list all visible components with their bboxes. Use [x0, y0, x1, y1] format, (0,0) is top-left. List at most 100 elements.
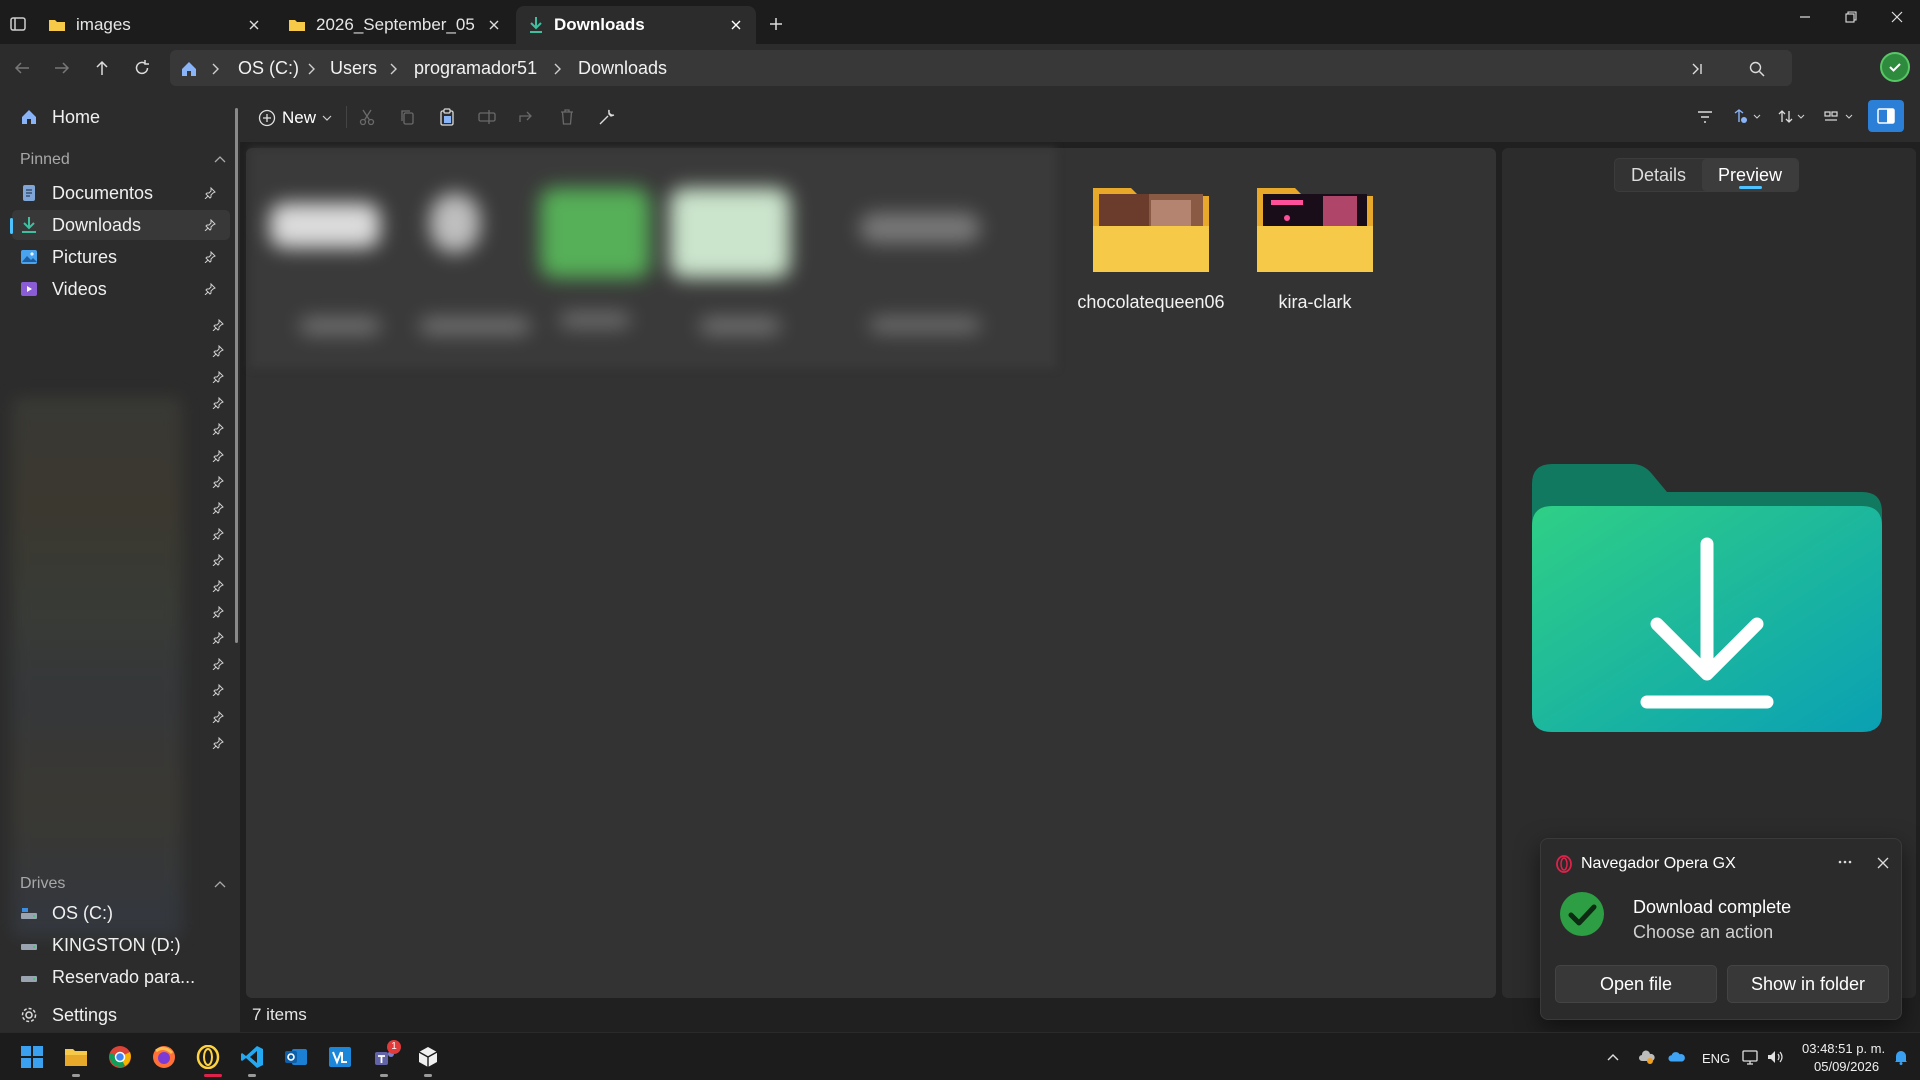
- sidebar-item-documentos[interactable]: Documentos: [12, 178, 230, 208]
- expand-address-icon[interactable]: [1688, 60, 1706, 78]
- pin-icon[interactable]: [212, 501, 224, 514]
- pin-icon[interactable]: [212, 606, 224, 619]
- tab-details[interactable]: Details: [1615, 159, 1702, 191]
- sidebar-item-settings[interactable]: Settings: [12, 1000, 230, 1030]
- close-icon[interactable]: [1877, 857, 1889, 869]
- sidebar-item-videos[interactable]: Videos: [12, 274, 230, 304]
- close-icon[interactable]: [486, 17, 502, 33]
- folder-item[interactable]: chocolatequeen06: [1076, 178, 1226, 348]
- language-indicator[interactable]: ENG: [1702, 1051, 1730, 1066]
- start-icon[interactable]: [19, 1044, 45, 1070]
- pin-icon[interactable]: [212, 580, 224, 592]
- sort-icon[interactable]: [1730, 106, 1764, 128]
- file-explorer-icon[interactable]: [63, 1044, 89, 1070]
- chevron-right-icon[interactable]: [552, 63, 562, 75]
- tab-2026-september-05[interactable]: 2026_September_05: [276, 6, 514, 44]
- pin-icon[interactable]: [204, 219, 216, 231]
- pin-icon[interactable]: [212, 684, 224, 697]
- tools-icon[interactable]: [596, 106, 618, 128]
- chrome-icon[interactable]: [107, 1044, 133, 1070]
- pin-icon[interactable]: [212, 371, 224, 384]
- sort-direction-icon[interactable]: [1776, 106, 1810, 128]
- rename-icon[interactable]: [476, 106, 498, 128]
- close-icon[interactable]: [728, 17, 744, 33]
- up-icon[interactable]: [90, 56, 114, 80]
- pin-icon[interactable]: [212, 553, 224, 566]
- bell-icon[interactable]: [1892, 1048, 1910, 1066]
- pin-icon[interactable]: [212, 527, 224, 540]
- sidebar-item-pictures[interactable]: Pictures: [12, 242, 230, 272]
- outlook-icon[interactable]: [283, 1044, 309, 1070]
- pin-icon[interactable]: [204, 187, 216, 199]
- file-view[interactable]: chocolatequeen06 kira-clark: [246, 148, 1496, 998]
- pin-icon[interactable]: [212, 710, 224, 723]
- opera-gx-taskbar-icon[interactable]: [195, 1044, 221, 1070]
- pin-icon[interactable]: [204, 251, 216, 263]
- forward-icon[interactable]: [50, 56, 74, 80]
- pin-icon[interactable]: [212, 736, 224, 749]
- pin-icon[interactable]: [212, 449, 224, 462]
- sidebar-scrollbar[interactable]: [235, 108, 238, 643]
- address-bar[interactable]: OS (C:) Users programador51 Downloads: [170, 50, 1792, 86]
- restore-icon[interactable]: [1828, 0, 1874, 34]
- show-in-folder-button[interactable]: Show in folder: [1727, 965, 1889, 1003]
- pin-icon[interactable]: [212, 345, 224, 358]
- cloud-sync-icon[interactable]: [1638, 1048, 1656, 1066]
- open-file-button[interactable]: Open file: [1555, 965, 1717, 1003]
- pin-icon[interactable]: [212, 475, 224, 488]
- chevron-right-icon[interactable]: [306, 63, 316, 75]
- minimize-icon[interactable]: [1782, 0, 1828, 34]
- breadcrumb-programador51[interactable]: programador51: [414, 58, 537, 79]
- tab-images[interactable]: images: [36, 6, 274, 44]
- tab-list-icon[interactable]: [8, 14, 28, 34]
- delete-icon[interactable]: [556, 106, 578, 128]
- chevron-up-icon[interactable]: [214, 155, 226, 163]
- clock-time[interactable]: 03:48:51 p. m.: [1802, 1041, 1885, 1056]
- clock-date[interactable]: 05/09/2026: [1814, 1059, 1879, 1074]
- close-icon[interactable]: [246, 17, 262, 33]
- pinned-header[interactable]: Pinned: [20, 151, 70, 169]
- breadcrumb-downloads[interactable]: Downloads: [578, 58, 667, 79]
- chevron-right-icon[interactable]: [388, 63, 398, 75]
- paste-icon[interactable]: [436, 106, 458, 128]
- profile-status-icon[interactable]: [1880, 52, 1910, 82]
- chevron-up-icon[interactable]: [1604, 1048, 1622, 1066]
- network-icon[interactable]: [1742, 1048, 1760, 1066]
- pin-icon[interactable]: [212, 423, 224, 436]
- new-tab-icon[interactable]: [766, 14, 786, 34]
- pin-icon[interactable]: [204, 283, 216, 295]
- details-pane-toggle-icon[interactable]: [1868, 100, 1904, 132]
- close-window-icon[interactable]: [1874, 0, 1920, 34]
- sidebar-item-downloads[interactable]: Downloads: [10, 210, 230, 240]
- sidebar-item-kingston-d[interactable]: KINGSTON (D:): [12, 930, 230, 960]
- pin-icon[interactable]: [212, 632, 224, 645]
- breadcrumb-os-c[interactable]: OS (C:): [238, 58, 299, 79]
- sidebar-item-home[interactable]: Home: [12, 102, 230, 132]
- vscode-icon[interactable]: [239, 1044, 265, 1070]
- new-button[interactable]: New: [258, 104, 332, 132]
- visual-studio-icon[interactable]: [327, 1044, 353, 1070]
- cut-icon[interactable]: [356, 106, 378, 128]
- chevron-up-icon[interactable]: [214, 880, 226, 888]
- pin-icon[interactable]: [212, 319, 224, 331]
- breadcrumb-users[interactable]: Users: [330, 58, 377, 79]
- more-options-icon[interactable]: [1837, 859, 1853, 865]
- refresh-icon[interactable]: [130, 56, 154, 80]
- home-icon[interactable]: [180, 60, 198, 78]
- pin-icon[interactable]: [212, 658, 224, 671]
- search-icon[interactable]: [1748, 60, 1766, 78]
- firefox-icon[interactable]: [151, 1044, 177, 1070]
- sidebar-item-os-c[interactable]: OS (C:): [12, 898, 230, 928]
- pin-icon[interactable]: [212, 397, 224, 410]
- share-icon[interactable]: [516, 106, 538, 128]
- chevron-right-icon[interactable]: [210, 63, 220, 75]
- folder-item[interactable]: kira-clark: [1240, 178, 1390, 348]
- onedrive-icon[interactable]: [1668, 1048, 1686, 1066]
- volume-icon[interactable]: [1766, 1048, 1784, 1066]
- view-layout-icon[interactable]: [1822, 106, 1858, 128]
- sidebar-item-reservado[interactable]: Reservado para...: [12, 962, 230, 992]
- app-cube-icon[interactable]: [415, 1044, 441, 1070]
- copy-icon[interactable]: [396, 106, 418, 128]
- download-notification[interactable]: Navegador Opera GX Download complete Cho…: [1540, 838, 1902, 1020]
- tab-downloads[interactable]: Downloads: [516, 6, 756, 44]
